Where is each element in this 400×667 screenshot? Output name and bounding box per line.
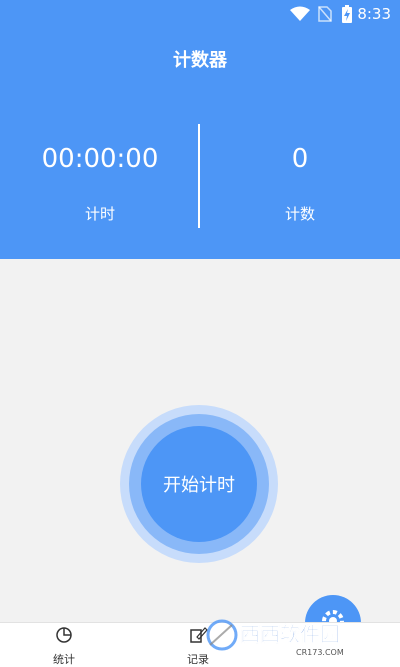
header: 8:33 计数器 00:00:00 计时 0 计数	[0, 0, 400, 259]
wifi-icon	[290, 6, 310, 21]
timer-label: 计时	[84, 205, 115, 223]
tab-statistics[interactable]: 统计	[34, 625, 94, 667]
timer-value: 00:00:00	[41, 144, 159, 174]
status-bar: 8:33	[0, 0, 400, 28]
no-sim-icon	[318, 6, 332, 22]
counter-value: 0	[291, 144, 309, 174]
pie-chart-icon	[56, 627, 72, 643]
counter-label: 计数	[284, 205, 315, 223]
status-time: 8:33	[357, 5, 391, 23]
battery-charging-icon	[342, 5, 352, 23]
watermark-sub: CR173.COM	[296, 648, 344, 657]
page-title: 计数器	[173, 50, 227, 71]
timer-panel: 00:00:00 计时	[0, 143, 200, 224]
tab-statistics-label: 统计	[53, 653, 75, 666]
start-timer-button[interactable]: 开始计时	[141, 426, 257, 542]
watermark-logo: 西西软件园 CR173.COM	[206, 619, 344, 657]
watermark-text: 西西软件园	[240, 622, 340, 646]
counter-panel: 0 计数	[200, 143, 400, 224]
